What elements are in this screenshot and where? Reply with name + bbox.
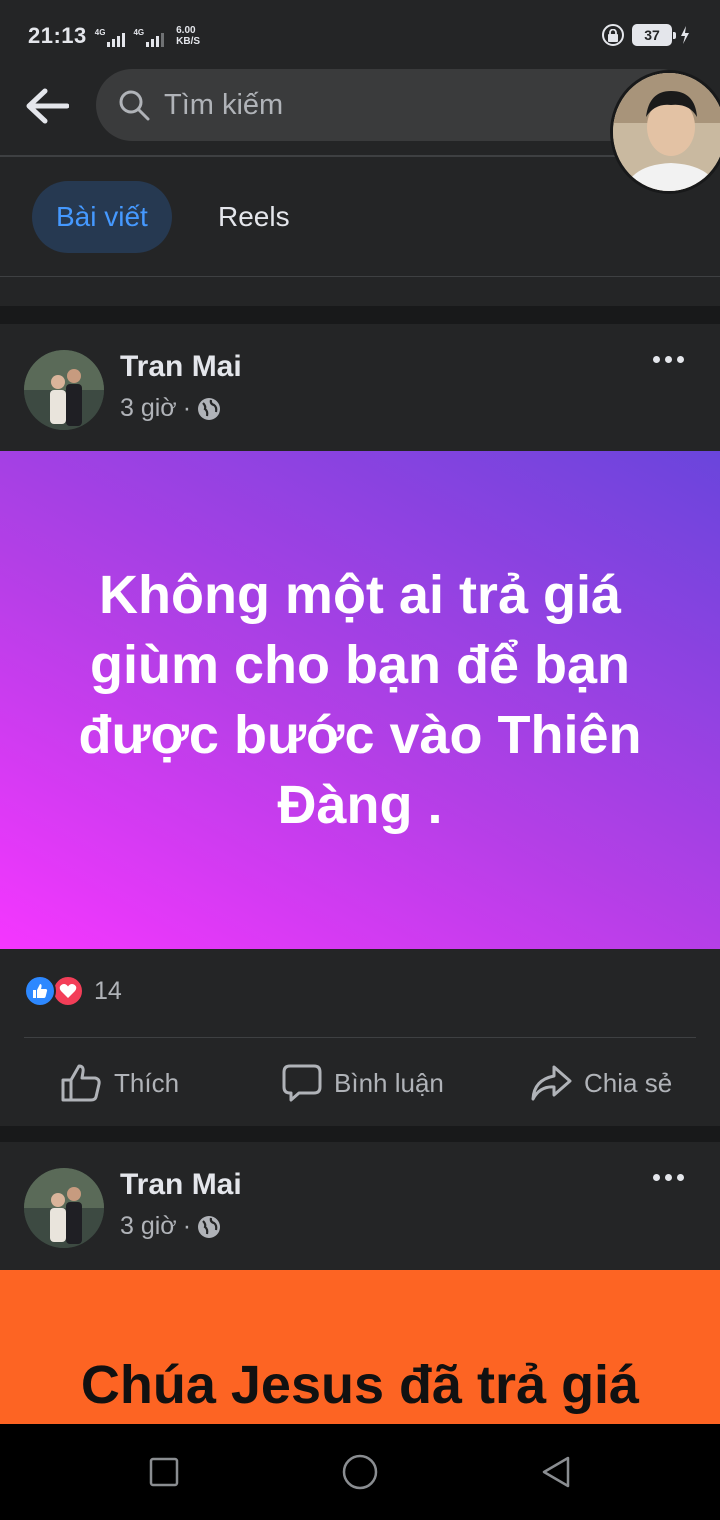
thumbs-up-icon: [61, 1064, 101, 1102]
status-time: 21:13: [28, 23, 87, 48]
like-button[interactable]: Thích: [60, 1038, 179, 1128]
reactions-summary[interactable]: 14: [24, 975, 122, 1007]
globe-icon: [198, 397, 221, 420]
feed-separator: [0, 1126, 720, 1142]
post-text: Không một ai trả giá giùm cho bạn để bạn…: [78, 565, 642, 835]
comment-label: Bình luận: [334, 1067, 444, 1098]
charging-icon: [681, 26, 689, 44]
screen: 21:13 4G 4G 6.00 KB/S 37 Tìm kiếm Bài vi…: [0, 0, 720, 1520]
signal-1: 4G: [95, 29, 126, 47]
globe-icon: [198, 1215, 221, 1238]
post-author[interactable]: Tran Mai: [120, 1168, 242, 1202]
comment-icon: [282, 1064, 322, 1102]
search-placeholder: Tìm kiếm: [164, 88, 284, 121]
arrow-left-icon: [26, 88, 69, 124]
network-speed-value: 6.00: [176, 25, 196, 36]
status-right: 37: [602, 24, 690, 46]
tabs-divider: [0, 276, 720, 277]
tab-reels[interactable]: Reels: [218, 181, 290, 253]
battery-icon: 37: [632, 24, 676, 46]
signal-indicators: 4G 4G 6.00 KB/S: [95, 25, 200, 47]
search-input[interactable]: Tìm kiếm: [96, 69, 696, 141]
system-back-button[interactable]: [536, 1452, 576, 1492]
comment-button[interactable]: Bình luận: [282, 1038, 444, 1128]
more-icon[interactable]: [653, 1174, 684, 1181]
signal-bars-icon: [107, 33, 126, 47]
share-icon: [531, 1065, 572, 1101]
share-label: Chia sẻ: [584, 1067, 673, 1098]
triangle-back-icon: [542, 1456, 570, 1488]
profile-avatar[interactable]: [610, 70, 720, 194]
network-speed-unit: KB/S: [176, 36, 201, 47]
more-icon[interactable]: [653, 356, 684, 363]
post-actions: Thích Bình luận Chia sẻ: [0, 1038, 720, 1128]
post-time: 3 giờ: [120, 1212, 177, 1240]
post-meta: 3 giờ ·: [120, 394, 221, 423]
circle-icon: [342, 1454, 378, 1490]
home-button[interactable]: [340, 1452, 380, 1492]
post-meta: 3 giờ ·: [120, 1212, 221, 1241]
back-button[interactable]: [22, 84, 72, 128]
signal-2: 4G: [133, 28, 165, 47]
square-icon: [149, 1457, 179, 1487]
post-text: Chúa Jesus đã trả giá: [80, 1355, 640, 1415]
post-card: Tran Mai 3 giờ · Không một ai trả giá gi…: [0, 324, 720, 1126]
network-type-label: 4G: [94, 28, 106, 37]
post-card: Tran Mai 3 giờ · Chúa Jesus đã trả giá: [0, 1142, 720, 1424]
feed-separator: [0, 306, 720, 324]
network-type-label: 4G: [133, 28, 145, 37]
love-reaction-icon: [52, 975, 84, 1007]
like-label: Thích: [114, 1067, 180, 1098]
post-time: 3 giờ: [120, 394, 177, 422]
tab-posts[interactable]: Bài viết: [32, 181, 172, 253]
post-author[interactable]: Tran Mai: [120, 350, 242, 384]
like-reaction-icon: [24, 975, 56, 1007]
network-speed: 6.00 KB/S: [176, 25, 200, 47]
meta-separator: ·: [182, 1212, 192, 1240]
reactions-count: 14: [94, 976, 122, 1005]
search-icon: [119, 90, 150, 121]
recent-apps-button[interactable]: [144, 1452, 184, 1492]
post-text-banner[interactable]: Không một ai trả giá giùm cho bạn để bạn…: [0, 451, 720, 949]
avatar[interactable]: [24, 350, 104, 430]
share-button[interactable]: Chia sẻ: [530, 1038, 672, 1128]
lock-icon: [602, 24, 624, 46]
meta-separator: ·: [182, 394, 192, 422]
signal-bars-icon: [146, 33, 165, 47]
avatar[interactable]: [24, 1168, 104, 1248]
tab-bar: Bài viết Reels: [0, 157, 720, 277]
system-nav-bar: [0, 1424, 720, 1520]
post-text-banner[interactable]: Chúa Jesus đã trả giá: [0, 1270, 720, 1424]
